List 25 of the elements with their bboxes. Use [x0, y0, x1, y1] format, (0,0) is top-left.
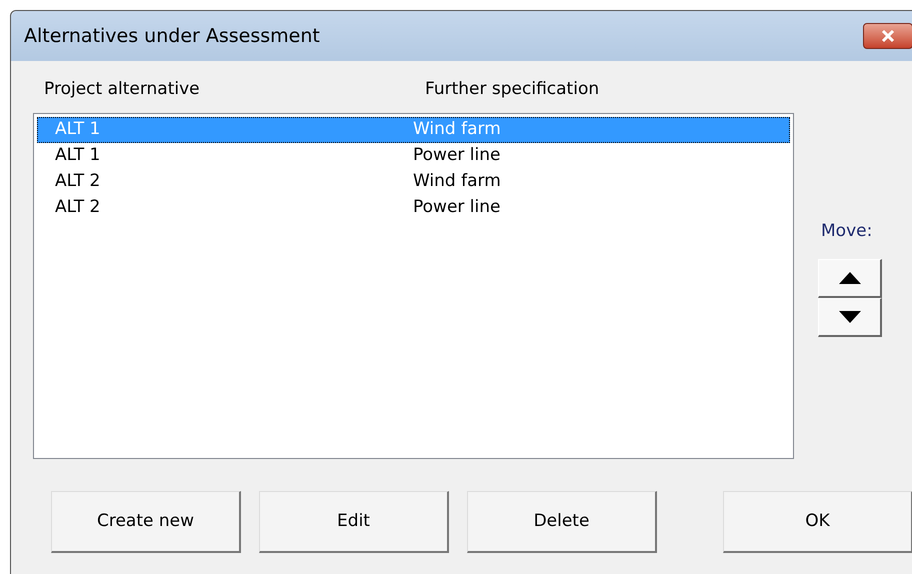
alternative-cell-text: ALT 2	[54, 170, 102, 194]
column-header: Project alternative	[44, 78, 201, 101]
up-triangle-icon	[838, 272, 860, 284]
specification-cell-text: Power line	[413, 196, 500, 220]
alternative-cell-text: ALT 1	[54, 118, 102, 142]
list-row[interactable]: ALT 1 Power line	[37, 143, 790, 169]
down-triangle-icon	[838, 310, 860, 322]
specification-cell-text: Power line	[413, 144, 500, 168]
dialog-button[interactable]: Edit	[259, 491, 449, 553]
alternative-cell-text: ALT 1	[54, 144, 102, 168]
move-up-button[interactable]	[818, 258, 882, 298]
column-header: Further specification	[425, 78, 600, 101]
dialog-button[interactable]: Delete	[467, 491, 657, 553]
window-title: Alternatives under Assessment	[24, 24, 320, 49]
specification-cell-text: Wind farm	[413, 170, 501, 194]
list-row[interactable]: ALT 2 Power line	[37, 195, 790, 221]
move-down-button[interactable]	[818, 298, 882, 336]
close-button[interactable]	[863, 23, 912, 49]
close-icon	[880, 29, 896, 43]
dialog-button[interactable]: OK	[723, 491, 912, 553]
alternative-cell-text: ALT 2	[54, 196, 102, 220]
move-label: Move:	[821, 220, 874, 243]
dialog-button[interactable]: Create new	[51, 491, 241, 553]
specification-cell-text: Wind farm	[413, 118, 501, 142]
list-row[interactable]: ALT 2 Wind farm	[37, 169, 790, 195]
